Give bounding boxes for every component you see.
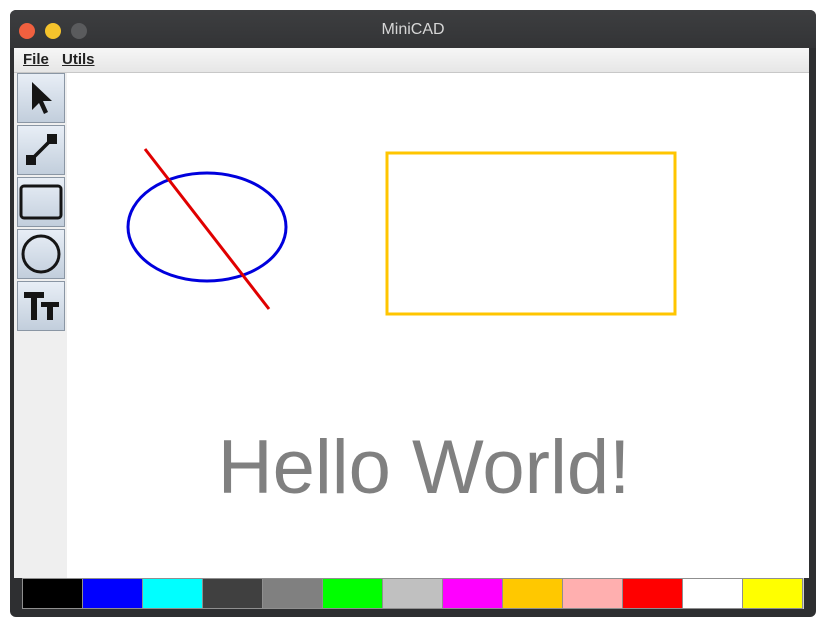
rectangle-shape: [385, 151, 677, 316]
color-swatch[interactable]: [442, 578, 503, 609]
color-swatch[interactable]: [322, 578, 383, 609]
rectangle-icon: [19, 184, 63, 220]
canvas-text: Hello World!: [218, 425, 631, 510]
select-tool-button[interactable]: [17, 73, 65, 123]
color-swatch[interactable]: [22, 578, 83, 609]
text-tool-button[interactable]: [17, 281, 65, 331]
menu-file[interactable]: File: [23, 51, 49, 68]
drawing-canvas[interactable]: Hello World!: [67, 73, 809, 578]
ellipse-tool-button[interactable]: [17, 229, 65, 279]
color-swatch[interactable]: [202, 578, 263, 609]
color-swatch[interactable]: [562, 578, 623, 609]
color-swatch[interactable]: [682, 578, 743, 609]
color-swatch[interactable]: [742, 578, 803, 609]
app-window: MiniCAD File Utils Hello World!: [10, 10, 816, 617]
color-swatch[interactable]: [502, 578, 563, 609]
circle-icon: [21, 234, 61, 274]
color-swatch[interactable]: [622, 578, 683, 609]
color-swatch[interactable]: [382, 578, 443, 609]
tool-palette: [14, 73, 67, 578]
text-icon: [24, 292, 59, 320]
window-title: MiniCAD: [381, 21, 445, 38]
menu-utils[interactable]: Utils: [62, 51, 95, 68]
menu-bar: File Utils: [14, 48, 809, 73]
color-swatch[interactable]: [142, 578, 203, 609]
pointer-arrow-icon: [32, 82, 52, 114]
color-swatch[interactable]: [82, 578, 143, 609]
rectangle-tool-button[interactable]: [17, 177, 65, 227]
color-palette: [22, 578, 804, 609]
line-tool-button[interactable]: [17, 125, 65, 175]
color-swatch[interactable]: [262, 578, 323, 609]
title-bar: MiniCAD: [10, 10, 816, 48]
line-icon: [26, 134, 57, 165]
